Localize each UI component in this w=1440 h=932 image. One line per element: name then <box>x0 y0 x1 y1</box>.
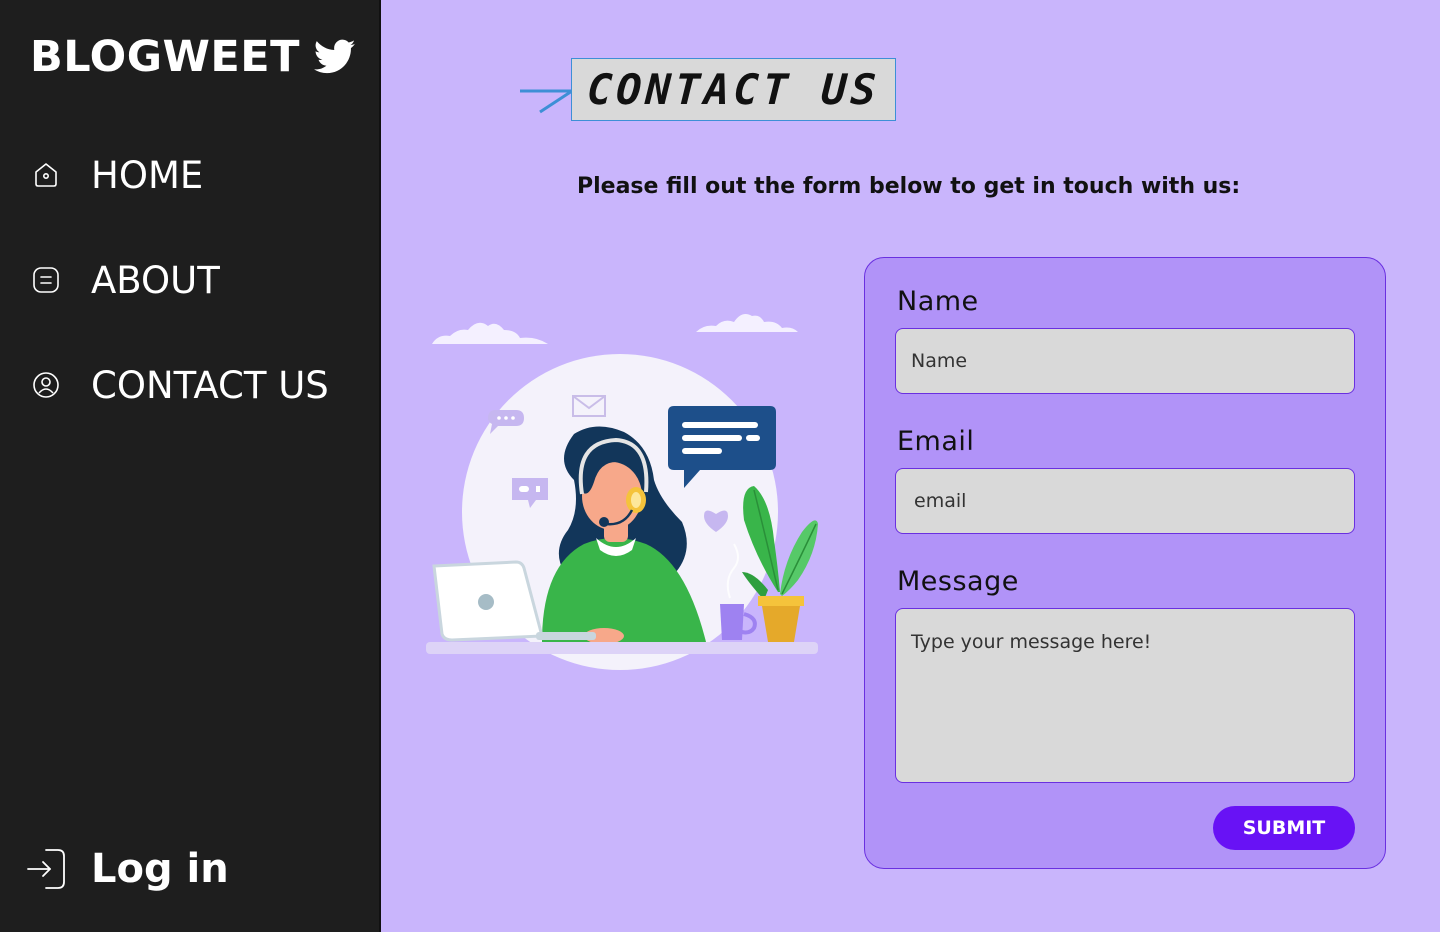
submit-button[interactable]: SUBMIT <box>1213 806 1355 850</box>
login-button[interactable]: Log in <box>26 846 229 892</box>
sidebar-item-label: CONTACT US <box>91 363 329 407</box>
document-icon <box>30 264 62 296</box>
sidebar-item-label: ABOUT <box>91 258 220 302</box>
twitter-bird-icon <box>314 39 356 75</box>
name-input[interactable] <box>895 328 1355 394</box>
email-label: Email <box>897 426 975 457</box>
name-label: Name <box>897 286 979 317</box>
sidebar-item-home[interactable]: HOME <box>30 153 203 197</box>
sidebar-item-about[interactable]: ABOUT <box>30 258 220 302</box>
login-label: Log in <box>91 846 229 892</box>
page-title-box: CONTACT US <box>571 58 896 121</box>
page-title: CONTACT US <box>585 65 882 114</box>
brand[interactable]: BLOGWEET <box>30 32 356 82</box>
login-icon <box>26 846 68 892</box>
sidebar-item-contact-us[interactable]: CONTACT US <box>30 363 329 407</box>
user-circle-icon <box>30 369 62 401</box>
home-icon <box>30 159 62 191</box>
email-input[interactable] <box>895 468 1355 534</box>
contact-form: Name Email Message SUBMIT <box>864 257 1386 869</box>
arrow-icon <box>520 89 573 114</box>
message-textarea[interactable] <box>895 608 1355 783</box>
sidebar: BLOGWEET HOME ABOUT CONTACT US Log in <box>0 0 381 932</box>
customer-support-illustration <box>426 314 818 670</box>
page-subtitle: Please fill out the form below to get in… <box>577 174 1241 199</box>
sidebar-item-label: HOME <box>91 153 204 197</box>
brand-name: BLOGWEET <box>30 32 300 82</box>
message-label: Message <box>897 566 1019 597</box>
